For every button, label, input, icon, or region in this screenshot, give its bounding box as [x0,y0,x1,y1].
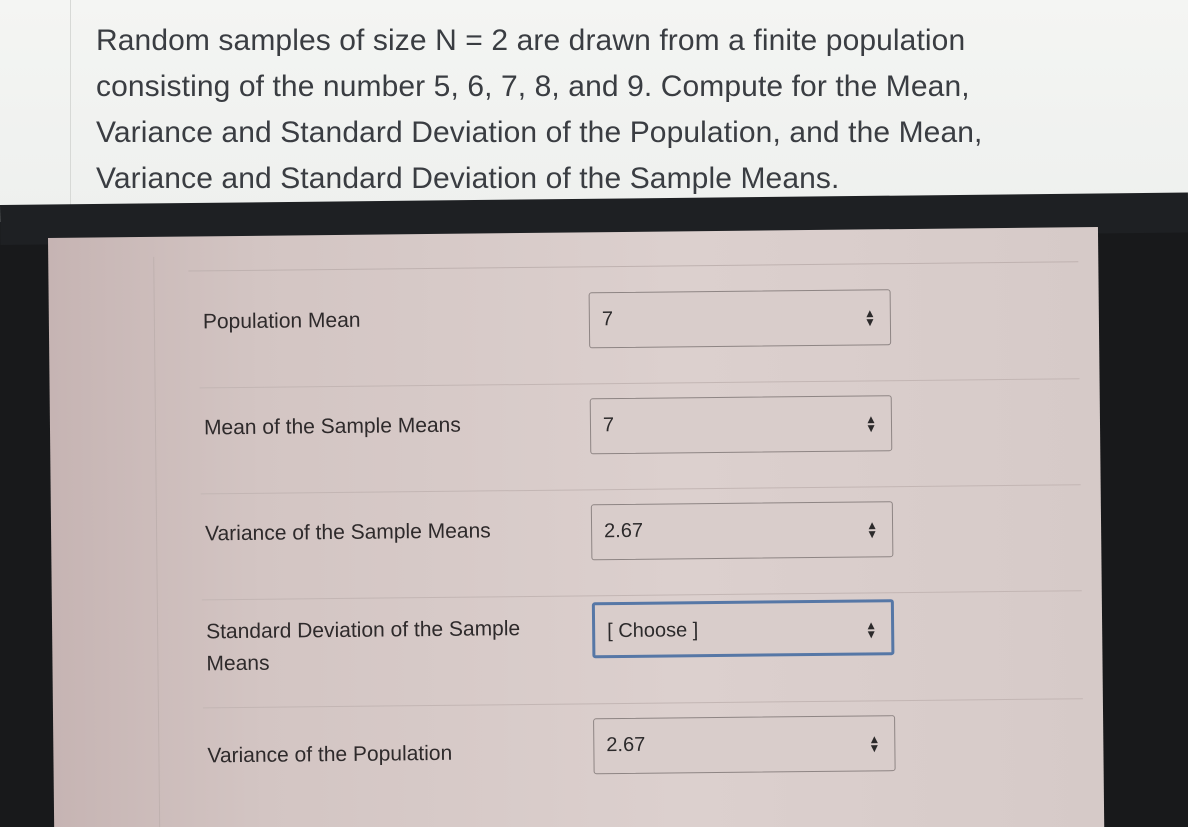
left-divider [70,0,71,222]
answer-row-population-mean: Population Mean 7 ▴ ▾ [199,279,1080,389]
select-value: [ Choose ] [607,619,699,643]
answer-label: Standard Deviation of the Sample Means [206,617,521,676]
variance-of-sample-means-select[interactable]: 2.67 ▴ ▾ [590,501,894,561]
chevron-up-down-icon: ▴ ▾ [867,410,875,436]
answer-label: Variance of the Sample Means [204,519,491,546]
question-line: Random samples of size N = 2 are drawn f… [96,24,966,57]
select-value: 7 [602,414,615,437]
answer-label: Mean of the Sample Means [203,413,461,440]
sd-of-sample-means-select[interactable]: [ Choose ] ▴ ▾ [591,599,895,659]
select-value: 2.67 [606,733,646,757]
mean-of-sample-means-select[interactable]: 7 ▴ ▾ [589,395,893,455]
question-text: Random samples of size N = 2 are drawn f… [96,18,1016,202]
answer-row-variance-population: Variance of the Population 2.67 ▴ ▾ [203,705,1084,814]
chevron-up-down-icon: ▴ ▾ [867,616,875,642]
answer-card: Population Mean 7 ▴ ▾ Mean of the Sample … [48,227,1105,827]
answer-row-variance-sample-means: Variance of the Sample Means 2.67 ▴ ▾ [201,491,1082,601]
answer-row-mean-sample-means: Mean of the Sample Means 7 ▴ ▾ [200,385,1081,495]
question-panel: Random samples of size N = 2 are drawn f… [0,0,1188,222]
answer-label: Variance of the Population [207,741,453,768]
variance-of-population-select[interactable]: 2.67 ▴ ▾ [593,715,896,775]
select-value: 7 [601,308,614,331]
card-inner-divider [153,256,161,827]
card-top-divider [188,261,1079,272]
question-line: Variance and Standard Deviation of the P… [96,116,983,149]
chevron-up-down-icon: ▴ ▾ [870,730,878,756]
question-line: consisting of the number 5, 6, 7, 8, and… [96,70,970,103]
select-value: 2.67 [603,519,644,543]
population-mean-select[interactable]: 7 ▴ ▾ [588,289,892,349]
screen: Random samples of size N = 2 are drawn f… [0,0,1188,827]
chevron-up-down-icon: ▴ ▾ [868,516,876,542]
answer-row-sd-sample-means: Standard Deviation of the Sample Means [… [202,589,1083,709]
answer-label: Population Mean [202,308,361,334]
chevron-up-down-icon: ▴ ▾ [866,304,874,330]
